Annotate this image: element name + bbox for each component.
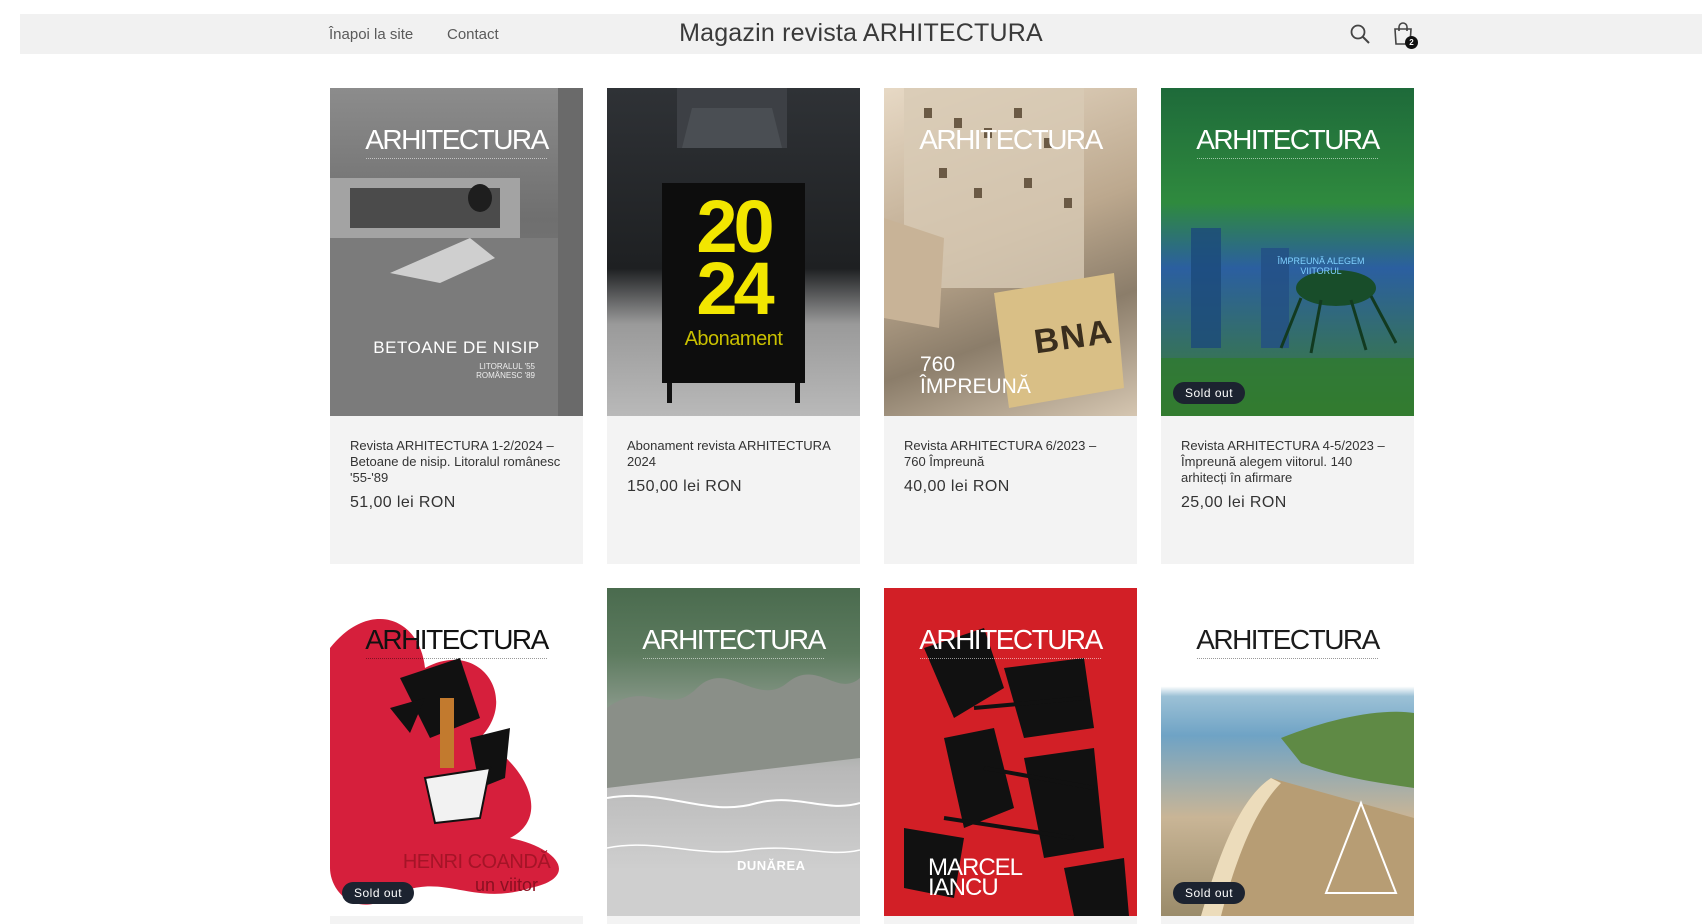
product-cover-image[interactable]: ARHITECTURA BETOANE DE NISIP LITORALUL '… <box>330 88 583 416</box>
cover-divider <box>643 658 824 662</box>
cover-year: 20 24 <box>607 190 860 330</box>
cover-masthead: ARHITECTURA <box>919 124 1103 155</box>
cover-masthead: ARHITECTURA <box>642 624 826 655</box>
shopping-bag-icon[interactable]: 2 <box>1390 21 1418 49</box>
cover-masthead: ARHITECTURA <box>1196 124 1380 155</box>
product-price: 51,00 lei RON <box>350 494 456 511</box>
cover-headline-line2: ÎMPREUNĂ <box>920 375 1031 398</box>
product-cover-image[interactable]: ARHITECTURA BNA 760 ÎMPREUNĂ <box>884 88 1137 416</box>
product-cover-image[interactable]: 20 24 Abonament <box>607 88 860 416</box>
cover-headline: MARCEL IANCU <box>928 856 1023 901</box>
product-price: 40,00 lei RON <box>904 478 1010 495</box>
product-card[interactable]: ARHITECTURA ÎMPREUNĂ ALEGEM VIITORUL Sol… <box>1161 88 1414 564</box>
product-card[interactable]: ARHITECTURA Sold out <box>1161 588 1414 924</box>
cover-masthead: ARHITECTURA <box>365 624 549 655</box>
product-price: 150,00 lei RON <box>627 478 742 495</box>
product-title[interactable]: Revista ARHITECTURA 1-2/2024 – Betoane d… <box>350 438 563 486</box>
product-price: 25,00 lei RON <box>1181 494 1287 511</box>
cover-headline: BETOANE DE NISIP <box>373 338 540 357</box>
cover-headline: 760 ÎMPREUNĂ <box>920 354 1031 398</box>
cover-masthead: ARHITECTURA <box>919 624 1103 655</box>
sold-out-badge: Sold out <box>1173 382 1246 404</box>
product-card[interactable]: ARHITECTURA MARCEL IANCU <box>884 588 1137 924</box>
product-card[interactable]: 20 24 Abonament Abonament revista ARHITE… <box>607 88 860 564</box>
product-title[interactable]: Abonament revista ARHITECTURA 2024 <box>627 438 840 470</box>
cover-headline-line2: IANCU <box>928 874 999 901</box>
back-to-site-link[interactable]: Înapoi la site <box>329 26 413 43</box>
product-cover-image[interactable]: ARHITECTURA DUNĂREA <box>607 588 860 916</box>
cover-divider <box>366 658 547 662</box>
search-icon[interactable] <box>1347 21 1373 47</box>
top-bar: Înapoi la site Contact Magazin revista A… <box>20 14 1702 54</box>
product-card[interactable]: ARHITECTURA DUNĂREA <box>607 588 860 924</box>
cover-headline-line1: 760 <box>920 353 956 376</box>
cover-headline: Abonament <box>684 328 783 350</box>
cover-year-bottom: 24 <box>696 247 774 330</box>
store-title: Magazin revista ARHITECTURA <box>679 19 1043 47</box>
product-title[interactable]: Revista ARHITECTURA 6/2023 – 760 Împreun… <box>904 438 1117 470</box>
cover-masthead: ARHITECTURA <box>1196 624 1380 655</box>
sold-out-badge: Sold out <box>1173 882 1246 904</box>
product-cover-image[interactable]: ARHITECTURA HENRI COANDĂ un viitor Sold … <box>330 588 583 916</box>
cover-divider <box>1197 658 1378 662</box>
cover-divider <box>366 158 547 162</box>
cover-headline: DUNĂREA <box>737 858 806 873</box>
cover-subheadline: un viitor <box>474 875 539 895</box>
product-card[interactable]: ARHITECTURA HENRI COANDĂ un viitor Sold … <box>330 588 583 924</box>
product-cover-image[interactable]: ARHITECTURA MARCEL IANCU <box>884 588 1137 916</box>
product-cover-image[interactable]: ARHITECTURA Sold out <box>1161 588 1414 916</box>
cover-divider <box>920 658 1101 662</box>
sold-out-badge: Sold out <box>342 882 415 904</box>
product-card[interactable]: ARHITECTURA BNA 760 ÎMPREUNĂ Revista ARH… <box>884 88 1137 564</box>
product-card[interactable]: ARHITECTURA BETOANE DE NISIP LITORALUL '… <box>330 88 583 564</box>
cart-count-badge: 2 <box>1405 36 1418 49</box>
cover-headline: ÎMPREUNĂ ALEGEM VIITORUL <box>1277 256 1365 276</box>
cover-divider <box>1197 158 1378 162</box>
cover-subheadline: LITORALUL '55 ROMÂNESC '89 <box>476 362 535 380</box>
product-cover-image[interactable]: ARHITECTURA ÎMPREUNĂ ALEGEM VIITORUL Sol… <box>1161 88 1414 416</box>
cover-headline: HENRI COANDĂ <box>402 851 551 873</box>
product-title[interactable]: Revista ARHITECTURA 4-5/2023 – Împreună … <box>1181 438 1394 486</box>
cover-masthead: ARHITECTURA <box>365 124 549 155</box>
